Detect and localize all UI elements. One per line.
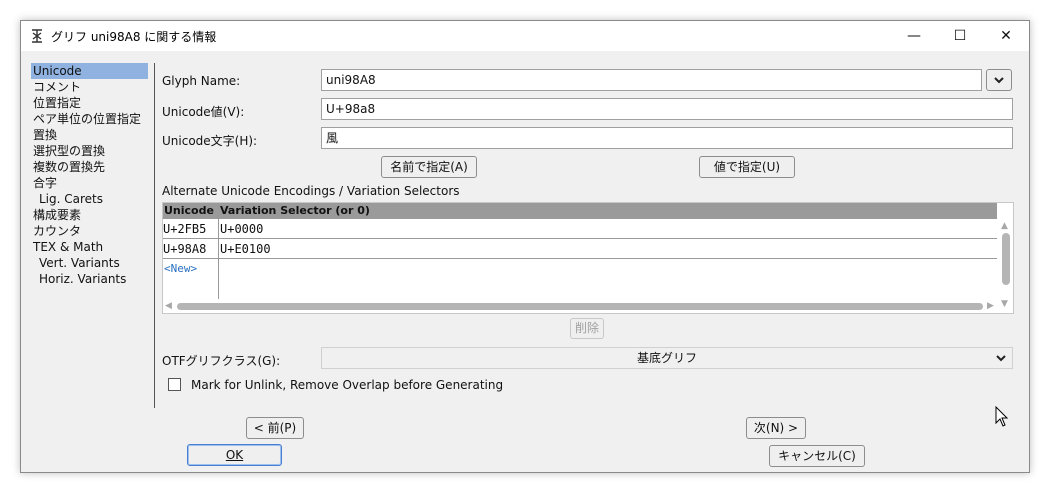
glyph-name-input[interactable]: uni98A8 bbox=[321, 69, 982, 91]
horizontal-scrollbar[interactable]: ◀ ▶ bbox=[163, 299, 997, 313]
sidebar-item[interactable]: 複数の置換先 bbox=[31, 159, 154, 175]
scroll-down-icon[interactable]: ▼ bbox=[1001, 299, 1008, 309]
chevron-down-icon bbox=[996, 355, 1006, 362]
window-title: グリフ uni98A8 に関する情報 bbox=[51, 29, 217, 44]
cancel-button[interactable]: キャンセル(C) bbox=[769, 445, 865, 467]
sidebar-item[interactable]: 構成要素 bbox=[31, 207, 154, 223]
cell-variation-selector[interactable]: U+E0100 bbox=[220, 239, 271, 259]
chevron-down-icon bbox=[994, 76, 1004, 83]
vertical-scrollbar[interactable]: ▲ ▼ bbox=[999, 219, 1013, 309]
otf-class-select[interactable]: 基底グリフ bbox=[321, 347, 1013, 369]
column-header-variation-selector: Variation Selector (or 0) bbox=[220, 204, 370, 217]
unicode-char-input[interactable]: 風 bbox=[321, 127, 1013, 149]
vertical-scroll-thumb[interactable] bbox=[1002, 233, 1010, 285]
sidebar-item[interactable]: 置換 bbox=[31, 127, 154, 143]
sidebar: Unicode コメント 位置指定 ペア単位の位置指定 置換 選択型の置換 複数の置換先 合字… bbox=[31, 63, 155, 408]
sidebar-item[interactable]: コメント bbox=[31, 79, 154, 95]
alt-encodings-title: Alternate Unicode Encodings / Variation … bbox=[162, 184, 460, 198]
title-bar: グリフ uni98A8 に関する情報 — ☐ ✕ bbox=[21, 21, 1029, 51]
delete-button[interactable]: 削除 bbox=[570, 318, 604, 339]
column-header-unicode: Unicode bbox=[164, 204, 214, 217]
sidebar-item[interactable]: Lig. Carets bbox=[31, 191, 154, 207]
glyph-name-dropdown-button[interactable] bbox=[986, 69, 1012, 91]
unicode-char-label: Unicode文字(H): bbox=[162, 134, 258, 148]
scroll-up-icon[interactable]: ▲ bbox=[1001, 221, 1008, 231]
sidebar-item[interactable]: Vert. Variants bbox=[31, 255, 154, 271]
sidebar-item[interactable]: カウンタ bbox=[31, 223, 154, 239]
sidebar-item[interactable]: 位置指定 bbox=[31, 95, 154, 111]
cell-variation-selector[interactable]: U+0000 bbox=[220, 219, 263, 239]
table-new-row[interactable]: <New> bbox=[163, 259, 997, 279]
ok-button-label: OK bbox=[225, 448, 244, 462]
alt-encodings-table: Unicode Variation Selector (or 0) U+2FB5… bbox=[162, 202, 1014, 314]
close-button[interactable]: ✕ bbox=[983, 21, 1029, 51]
unicode-value-label: Unicode値(V): bbox=[162, 105, 245, 119]
unicode-value-input[interactable]: U+98a8 bbox=[321, 98, 1013, 120]
otf-class-label: OTFグリフクラス(G): bbox=[162, 354, 281, 368]
prev-button[interactable]: < 前(P) bbox=[246, 417, 304, 439]
sidebar-item[interactable]: 選択型の置換 bbox=[31, 143, 154, 159]
unlink-remove-overlap-label: Mark for Unlink, Remove Overlap before G… bbox=[191, 378, 504, 392]
sidebar-item[interactable]: TEX & Math bbox=[31, 239, 154, 255]
table-header: Unicode Variation Selector (or 0) bbox=[163, 203, 997, 219]
horizontal-scroll-thumb[interactable] bbox=[177, 303, 983, 310]
set-from-name-button[interactable]: 名前で指定(A) bbox=[381, 156, 477, 178]
scroll-left-icon[interactable]: ◀ bbox=[165, 301, 172, 311]
glyph-name-label: Glyph Name: bbox=[162, 74, 241, 88]
minimize-button[interactable]: — bbox=[891, 21, 937, 51]
ok-button[interactable]: OK bbox=[187, 444, 282, 466]
sidebar-item[interactable]: Horiz. Variants bbox=[31, 271, 154, 287]
cell-unicode[interactable]: U+2FB5 bbox=[163, 219, 206, 239]
new-row-label[interactable]: <New> bbox=[164, 259, 197, 279]
mouse-cursor-icon bbox=[995, 406, 1009, 427]
scroll-right-icon[interactable]: ▶ bbox=[987, 301, 994, 311]
column-divider bbox=[218, 219, 219, 299]
sidebar-item[interactable]: ペア単位の位置指定 bbox=[31, 111, 154, 127]
table-row[interactable]: U+2FB5 U+0000 bbox=[163, 219, 997, 239]
fontforge-app-icon bbox=[29, 28, 45, 44]
unlink-remove-overlap-checkbox[interactable] bbox=[168, 378, 181, 391]
sidebar-item[interactable]: 合字 bbox=[31, 175, 154, 191]
table-row[interactable]: U+98A8 U+E0100 bbox=[163, 239, 997, 259]
sidebar-item[interactable]: Unicode bbox=[31, 63, 148, 79]
glyph-info-dialog: グリフ uni98A8 に関する情報 — ☐ ✕ Unicode コメント 位置指定… bbox=[20, 20, 1030, 473]
maximize-button[interactable]: ☐ bbox=[937, 21, 983, 51]
otf-class-selected: 基底グリフ bbox=[636, 351, 697, 365]
set-from-value-button[interactable]: 値で指定(U) bbox=[699, 156, 795, 178]
next-button[interactable]: 次(N) > bbox=[746, 417, 806, 439]
cell-unicode[interactable]: U+98A8 bbox=[163, 239, 206, 259]
